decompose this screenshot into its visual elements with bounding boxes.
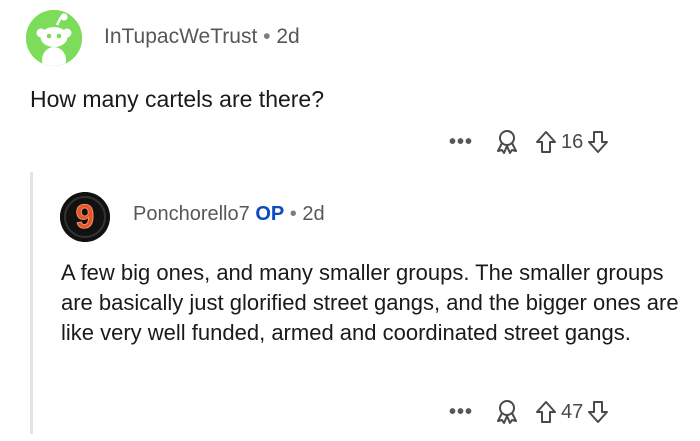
downvote-arrow-icon[interactable] [587,130,609,154]
more-options-button[interactable]: ••• [449,131,473,154]
comment-actions: ••• 47 [449,397,609,427]
comment-meta: Ponchorello7 OP • 2d [133,203,325,226]
number-nine-avatar-icon: 9 [60,192,110,242]
op-badge: OP [255,203,285,225]
vote-score: 47 [561,400,584,423]
username[interactable]: Ponchorello7 [133,203,250,225]
award-icon[interactable] [495,129,519,155]
username[interactable]: InTupacWeTrust [104,25,257,48]
comment-actions: ••• 16 [449,127,609,157]
user-avatar[interactable] [26,10,82,66]
vote-score: 16 [561,130,584,153]
timestamp: 2d [276,25,300,48]
comment-body: A few big ones, and many smaller groups.… [61,260,679,345]
user-avatar[interactable]: 9 [60,192,110,242]
timestamp: 2d [302,203,325,225]
more-options-button[interactable]: ••• [449,401,473,424]
meta-separator: • [289,203,297,225]
svg-text:9: 9 [76,198,95,236]
meta-separator: • [263,25,271,48]
thread-line[interactable] [30,172,33,434]
comment-body: How many cartels are there? [30,86,325,112]
comment-meta: InTupacWeTrust • 2d [104,25,300,49]
snoo-avatar-icon [26,10,82,66]
downvote-arrow-icon[interactable] [587,400,609,424]
award-icon[interactable] [495,399,519,425]
upvote-arrow-icon[interactable] [535,400,557,424]
upvote-arrow-icon[interactable] [535,130,557,154]
